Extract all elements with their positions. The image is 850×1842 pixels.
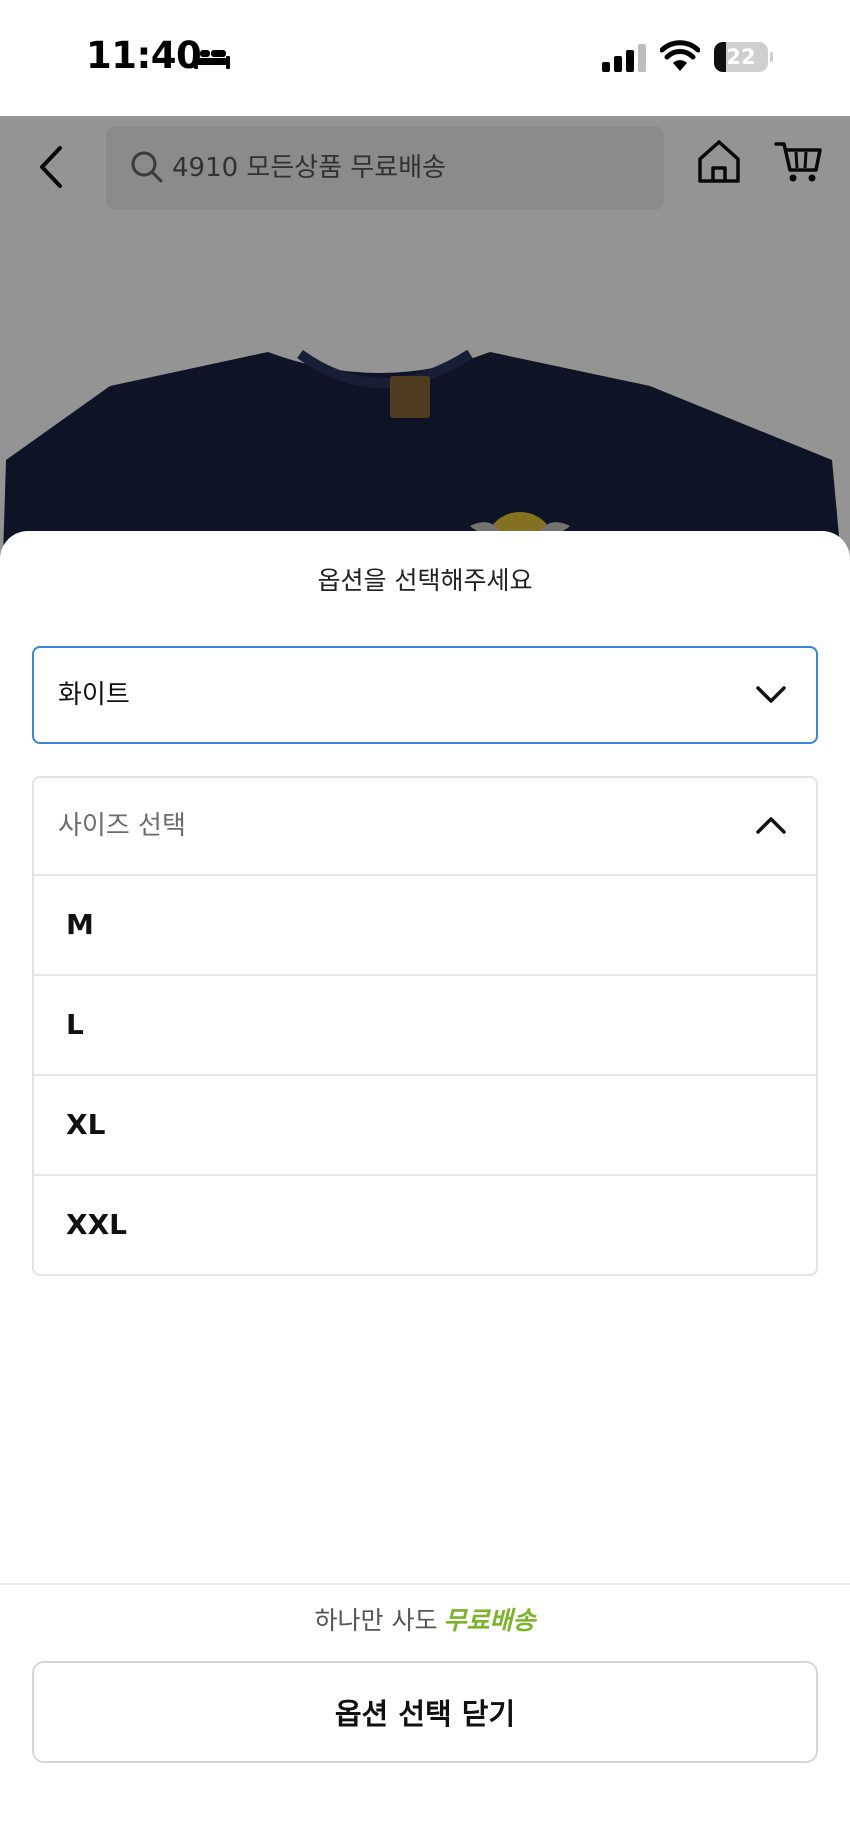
size-dropdown-header[interactable]: 사이즈 선택: [34, 778, 816, 876]
sheet-footer: 하나만 사도 무료배송 옵션 선택 닫기: [0, 1583, 850, 1842]
status-bar: 11:40 22: [0, 0, 850, 116]
option-bottom-sheet: 옵션을 선택해주세요 화이트 사이즈 선택 M L XL XXL 하나만 사도 …: [0, 531, 850, 1842]
cellular-signal-icon: [602, 44, 646, 72]
battery-icon: 22: [714, 42, 773, 72]
size-option-label: M: [66, 908, 94, 941]
size-option-dropdown: 사이즈 선택 M L XL XXL: [32, 776, 818, 1276]
wifi-icon: [660, 40, 700, 71]
size-option-label: XXL: [66, 1208, 128, 1241]
size-option-xxl[interactable]: XXL: [34, 1176, 816, 1274]
app-screen: 11:40 22 4910 모든상품 무료배송 옵션을 선택해주세요 화이트 사…: [0, 0, 850, 1842]
size-option-label: L: [66, 1008, 84, 1041]
chevron-up-icon: [756, 817, 786, 834]
bed-icon: [194, 46, 230, 69]
size-option-m[interactable]: M: [34, 876, 816, 976]
color-option-select[interactable]: 화이트: [32, 646, 818, 744]
selected-color: 화이트: [58, 680, 130, 710]
size-option-xl[interactable]: XL: [34, 1076, 816, 1176]
sheet-title: 옵션을 선택해주세요: [317, 566, 533, 595]
size-dropdown-placeholder: 사이즈 선택: [58, 811, 186, 841]
size-option-label: XL: [66, 1108, 106, 1141]
close-options-button[interactable]: 옵션 선택 닫기: [32, 1661, 818, 1763]
free-shipping-promo: 하나만 사도 무료배송: [0, 1601, 850, 1637]
promo-prefix: 하나만 사도: [314, 1606, 438, 1635]
battery-level: 22: [726, 45, 756, 69]
promo-highlight: 무료배송: [443, 1606, 536, 1635]
chevron-down-icon: [756, 686, 786, 703]
size-option-l[interactable]: L: [34, 976, 816, 1076]
status-time: 11:40: [86, 34, 202, 77]
